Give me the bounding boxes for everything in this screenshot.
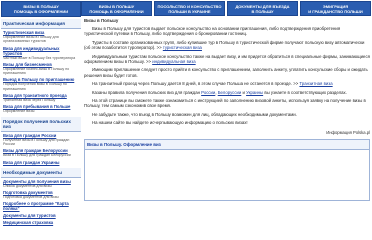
sidebar-item[interactable]: Туристическая виза Оформление визы в Поль… — [1, 29, 81, 45]
transit-visa-link[interactable]: Транзитная виза — [299, 81, 332, 86]
sidebar-item[interactable]: Визы для бизнесменов Оформление бизнес-ви… — [1, 61, 81, 77]
sidebar-item[interactable]: Подготовка документов Подготовка документ… — [1, 189, 81, 200]
sidebar-item[interactable]: Визы для граждан Белоруссии Виза в Польшу… — [1, 147, 81, 158]
sidebar-link[interactable]: Виза для индивидуальных туристов — [3, 46, 79, 56]
sidebar-item[interactable]: Виза для граждан Украины — [1, 159, 81, 166]
sidebar-item-desc: Транзитная виза через Польшу — [3, 98, 56, 103]
sidebar-link[interactable]: Виза для граждан Украины — [3, 160, 79, 165]
top-nav-emigration[interactable]: ЭМИГРАЦИЯ И ГРАЖДАНСТВО ПОЛЬШИ — [300, 1, 371, 16]
breadcrumb: Визы в Польшу — [84, 18, 119, 23]
paragraph: На транзитный проезд через Польшу дается… — [92, 81, 333, 87]
page: ВИЗЫ В ПОЛЬШУ ПОМОЩЬ В ОФОРМЛЕНИИ ПОСОЛЬ… — [0, 0, 372, 240]
sidebar-item[interactable]: Виза для индивидуальных туристов Частный … — [1, 45, 81, 61]
top-nav-sublabel: В ПОЛЬШУ — [251, 9, 274, 14]
paragraph: Имеющим приглашение следует просто прийт… — [84, 67, 370, 78]
paragraph: Визы в Польшу для туристов выдает польск… — [84, 26, 370, 37]
sidebar-section-documents: Необходимые документы — [1, 167, 81, 178]
top-nav: ВИЗЫ В ПОЛЬШУ ПОМОЩЬ В ОФОРМЛЕНИИ ПОСОЛЬ… — [80, 0, 372, 16]
ukraine-link[interactable]: Украины — [246, 90, 263, 95]
russia-link[interactable]: России — [201, 90, 215, 95]
sidebar-item-desc: Подготовка документов для визы — [3, 194, 59, 199]
sidebar-item-desc: Частный визит в Польшу без туроператора — [3, 55, 76, 60]
sidebar-item-desc: Список документов для визы — [3, 183, 52, 188]
paragraph-text: Имеющим приглашение следует просто прийт… — [84, 67, 368, 78]
sidebar-item-desc: Порядок получения визы в Польшу по пригл… — [3, 82, 67, 91]
sidebar-section-practical: Практическая информация — [1, 19, 81, 29]
main-content: Визы в Польшу Визы в Польшу для туристов… — [84, 18, 370, 240]
sidebar-item-desc: Оформление визы в Польшу для организован… — [3, 35, 59, 44]
sidebar-link[interactable]: Документы для туристов — [3, 213, 79, 218]
sidebar-item-desc: Оформление бизнес-визы в Польшу по пригл… — [3, 66, 70, 76]
sidebar-section-visa-order: Порядок получения польских виз — [1, 116, 81, 132]
sidebar-item[interactable]: Медицинская страховка — [1, 219, 81, 226]
paragraph-text: Индивидуальным туристам польское консуль… — [84, 53, 370, 65]
paragraph: На этой странице вы сможете также ознако… — [84, 98, 370, 109]
sidebar-item[interactable]: Виза для транзитного проезда Транзитная в… — [1, 92, 81, 103]
sidebar-item[interactable]: Выезд в Польшу по приглашению Порядок пол… — [1, 76, 81, 92]
paragraph: Туристы в составе организованных групп, … — [84, 39, 365, 51]
sidebar-link[interactable]: Медицинская страховка — [3, 220, 79, 225]
signature: Информация Polska.pl — [326, 129, 370, 135]
paragraph-text: На этой странице вы сможете также ознако… — [84, 98, 366, 109]
top-nav-sublabel: ПОМОЩЬ В ОФОРМЛЕНИИ — [89, 9, 144, 14]
sidebar-item[interactable]: Подробнее о программе "Карта поляка" — [1, 200, 81, 212]
top-nav-embassy[interactable]: ПОСОЛЬСТВО И КОНСУЛЬСТВО ПОЛЬШИ В УКРАИН… — [154, 1, 225, 16]
sidebar-item-desc: Получение визы в Польшу для граждан Росс… — [3, 137, 70, 146]
paragraph-text: На транзитный проезд через Польшу дается… — [92, 81, 293, 87]
paragraph-text: вы узнаете в соответствующих разделах. — [264, 89, 347, 95]
sidebar: ВИЗЫ В ПОЛЬШУ ПОМОЩЬ В ОФОРМЛЕНИИ Практи… — [1, 1, 81, 240]
paragraph-text: Туристы в составе организованных групп, … — [84, 39, 365, 51]
sidebar-link[interactable]: Документы для получения визы — [3, 179, 79, 184]
top-nav-visas[interactable]: ВИЗЫ В ПОЛЬШУ ПОМОЩЬ В ОФОРМЛЕНИИ — [81, 1, 152, 16]
bottom-frame: Визы в Польшу. Оформление виз — [84, 138, 370, 201]
individual-visa-link[interactable]: индивидуальная виза — [152, 59, 195, 64]
top-nav-documents[interactable]: ДОКУМЕНТЫ ДЛЯ ВЪЕЗДА В ПОЛЬШУ — [227, 1, 298, 16]
belarus-link[interactable]: Белоруссии — [218, 90, 242, 95]
sidebar-link[interactable]: Подробнее о программе "Карта поляка" — [3, 201, 79, 211]
site-logo[interactable]: ВИЗЫ В ПОЛЬШУ ПОМОЩЬ В ОФОРМЛЕНИИ — [1, 1, 81, 17]
paragraph: На нашем сайте вы найдете исчерпывающую … — [84, 120, 370, 125]
sidebar-item[interactable]: Документы для получения визы Список докум… — [1, 178, 81, 189]
paragraph-text: Визы в Польшу для туристов выдает польск… — [84, 26, 341, 37]
paragraph: Казаны правила получения польских виз дл… — [92, 89, 347, 95]
logo-line-2: ПОМОЩЬ В ОФОРМЛЕНИИ — [13, 9, 69, 14]
paragraph-text: Казаны правила получения польских виз дл… — [92, 89, 200, 95]
sidebar-item[interactable]: Документы для туристов — [1, 212, 81, 219]
sidebar-item-desc: Оформление визы — [3, 109, 35, 114]
sidebar-item[interactable]: Виза для граждан России Получение визы в … — [1, 132, 81, 148]
bottom-frame-title[interactable]: Визы в Польшу. Оформление виз — [85, 139, 369, 150]
sidebar-item[interactable]: Виза для пребывания в Польше Оформление в… — [1, 103, 81, 114]
paragraph: Не забудьте также, что въезд в Польшу во… — [84, 112, 370, 117]
top-nav-sublabel: ПОЛЬШИ В УКРАИНЕ — [168, 9, 211, 14]
paragraph: Индивидуальным туристам польское консуль… — [84, 53, 370, 65]
tourist-visa-link[interactable]: туристическая виза — [163, 45, 202, 50]
paragraph-text: На нашем сайте вы найдете исчерпывающую … — [92, 120, 248, 126]
paragraph-text: Не забудьте также, что въезд в Польшу во… — [92, 111, 297, 117]
sidebar-item-desc: Виза в Польшу для граждан Белоруссии — [3, 153, 71, 158]
top-nav-sublabel: И ГРАЖДАНСТВО ПОЛЬШИ — [308, 9, 363, 14]
